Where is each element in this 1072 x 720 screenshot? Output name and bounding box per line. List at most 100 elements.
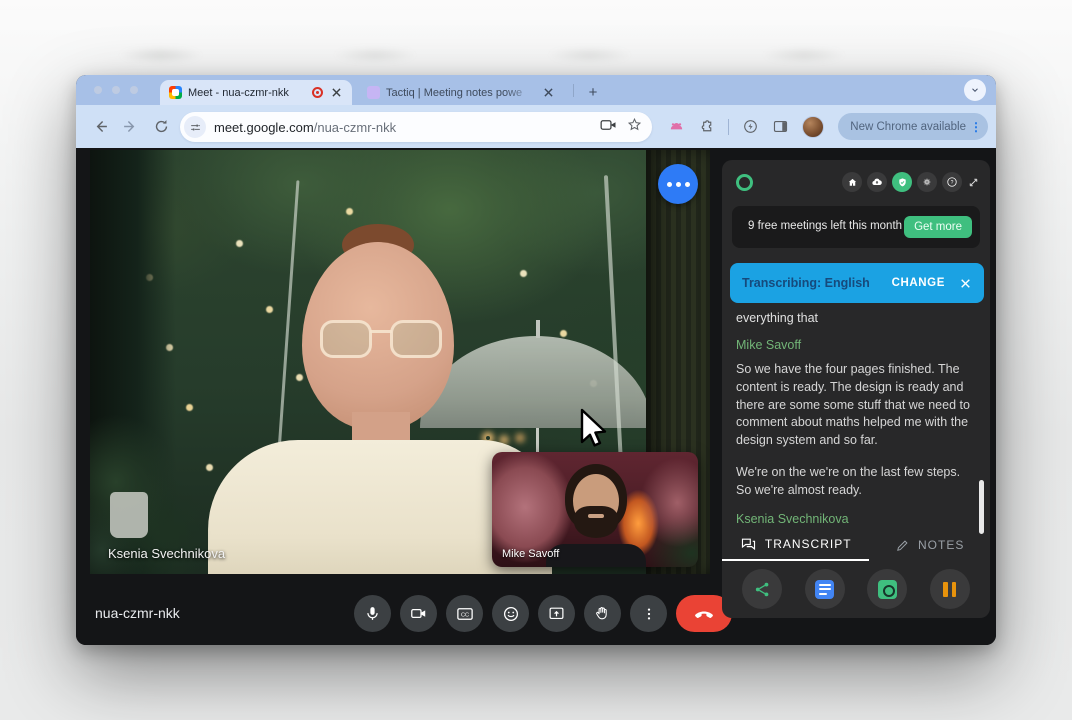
glass-door-frame [276, 180, 300, 479]
tab-meet[interactable]: Meet - nua-czmr-nkk [160, 80, 352, 105]
home-icon[interactable] [842, 172, 862, 192]
recording-status-icon [736, 174, 753, 191]
background-blur-smudge [0, 38, 1072, 72]
tab-search-chevron-button[interactable] [964, 79, 986, 101]
pip-participant-mouth [588, 514, 604, 518]
chat-bubble-button[interactable] [658, 164, 698, 204]
chrome-update-pill[interactable]: New Chrome available ⋮ [838, 113, 988, 140]
transcript-speaker: Mike Savoff [736, 338, 974, 352]
transcript-text: So we have the four pages finished. The … [736, 361, 974, 450]
share-button[interactable] [742, 569, 782, 609]
bookmark-star-icon[interactable] [627, 117, 642, 137]
get-more-button[interactable]: Get more [904, 216, 972, 238]
recording-indicator-icon [312, 87, 323, 98]
participant-glasses [320, 320, 442, 360]
call-controls: CC [354, 595, 732, 632]
transcribing-banner: Transcribing: English CHANGE [730, 263, 984, 303]
meet-content: Ksenia Svechnikova Mike Savoff nua-czmr-… [76, 148, 996, 645]
tab-strip: Meet - nua-czmr-nkk Tactiq | Meeting not… [76, 75, 996, 105]
privacy-shield-icon[interactable] [892, 172, 912, 192]
transcript-panel[interactable]: everything that Mike Savoff So we have t… [722, 303, 990, 529]
settings-gear-icon[interactable] [917, 172, 937, 192]
pip-participant-beard [574, 506, 618, 538]
docs-icon [815, 580, 834, 599]
address-bar[interactable]: meet.google.com/nua-czmr-nkk [180, 112, 652, 142]
tab-title: Tactiq | Meeting notes powe [386, 87, 535, 99]
close-window-icon[interactable] [94, 86, 102, 94]
pip-participant-body [546, 544, 646, 567]
tab-transcript[interactable]: TRANSCRIPT [722, 529, 869, 561]
tab-tactiq[interactable]: Tactiq | Meeting notes powe [358, 80, 564, 105]
tactiq-header-icons: ? [842, 172, 980, 192]
pencil-icon [895, 538, 910, 553]
pip-participant-name: Mike Savoff [502, 548, 559, 560]
toolbar-divider [728, 119, 729, 135]
cloud-upload-icon[interactable] [867, 172, 887, 192]
close-tab-icon[interactable] [329, 86, 343, 100]
meeting-code: nua-czmr-nkk [95, 605, 180, 621]
close-banner-icon[interactable] [959, 277, 972, 290]
change-language-button[interactable]: CHANGE [892, 277, 945, 289]
transcript-text: everything that [736, 311, 974, 325]
tactiq-extension-icon[interactable] [668, 118, 685, 135]
tactiq-header: ? [722, 160, 990, 204]
zoom-window-icon[interactable] [130, 86, 138, 94]
reload-button[interactable] [153, 118, 170, 135]
site-settings-icon[interactable] [184, 116, 206, 138]
help-icon[interactable]: ? [942, 172, 962, 192]
camera-chip-icon [878, 580, 897, 599]
credits-card: 9 free meetings left this month Get more [732, 206, 980, 248]
chrome-update-label: New Chrome available [850, 121, 966, 133]
new-tab-button[interactable]: + [582, 81, 604, 103]
extensions-puzzle-icon[interactable] [698, 118, 715, 135]
expand-diagonal-icon[interactable] [967, 176, 980, 189]
raise-hand-button[interactable] [584, 595, 621, 632]
meet-favicon-icon [169, 86, 182, 99]
present-button[interactable] [538, 595, 575, 632]
transcript-text: We're on the we're on the last few steps… [736, 464, 974, 500]
transcript-speaker: Ksenia Svechnikova [736, 512, 974, 526]
window-traffic-lights[interactable] [94, 86, 138, 94]
credits-text: 9 free meetings left this month [746, 219, 904, 235]
extensions-row [668, 105, 824, 148]
sidebar-actions [722, 561, 990, 617]
main-participant-name: Ksenia Svechnikova [108, 546, 225, 561]
tab-title: Meet - nua-czmr-nkk [188, 87, 306, 99]
transcribing-status: Transcribing: English [742, 276, 870, 290]
browser-menu-icon[interactable]: ⋮ [970, 121, 982, 133]
url-text[interactable]: meet.google.com/nua-czmr-nkk [214, 120, 590, 135]
pause-transcription-button[interactable] [930, 569, 970, 609]
camera-permission-icon[interactable] [600, 118, 617, 137]
camera-button[interactable] [400, 595, 437, 632]
meet-control-bar: nua-czmr-nkk CC [76, 581, 716, 645]
reactions-button[interactable] [492, 595, 529, 632]
mouse-cursor [578, 408, 608, 452]
minimize-window-icon[interactable] [112, 86, 120, 94]
browser-window: Meet - nua-czmr-nkk Tactiq | Meeting not… [76, 75, 996, 645]
pip-video-tile[interactable]: Mike Savoff [492, 452, 698, 567]
main-video-tile[interactable]: Ksenia Svechnikova Mike Savoff [90, 150, 710, 574]
profile-avatar[interactable] [802, 116, 824, 138]
chat-bubbles-icon [740, 536, 757, 553]
google-docs-button[interactable] [805, 569, 845, 609]
svg-text:CC: CC [460, 612, 468, 618]
screenshot-button[interactable] [867, 569, 907, 609]
transcript-scrollbar[interactable] [979, 480, 984, 534]
performance-icon[interactable] [742, 118, 759, 135]
back-button[interactable] [92, 118, 109, 135]
more-options-button[interactable] [630, 595, 667, 632]
browser-toolbar: meet.google.com/nua-czmr-nkk New Chrome … [76, 105, 996, 148]
tab-label: NOTES [918, 538, 964, 552]
tab-notes[interactable]: NOTES [869, 529, 990, 561]
captions-button[interactable]: CC [446, 595, 483, 632]
forward-button[interactable] [122, 118, 139, 135]
microphone-button[interactable] [354, 595, 391, 632]
plant-pot [110, 492, 148, 538]
tactiq-favicon-icon [367, 86, 380, 99]
sidebar-tabs: TRANSCRIPT NOTES [722, 529, 990, 561]
side-panel-icon[interactable] [772, 118, 789, 135]
close-tab-icon[interactable] [541, 86, 555, 100]
svg-text:?: ? [951, 180, 954, 186]
tactiq-sidebar: ? 9 free meetings left this month Get mo… [722, 160, 990, 618]
pause-icon [943, 582, 956, 597]
